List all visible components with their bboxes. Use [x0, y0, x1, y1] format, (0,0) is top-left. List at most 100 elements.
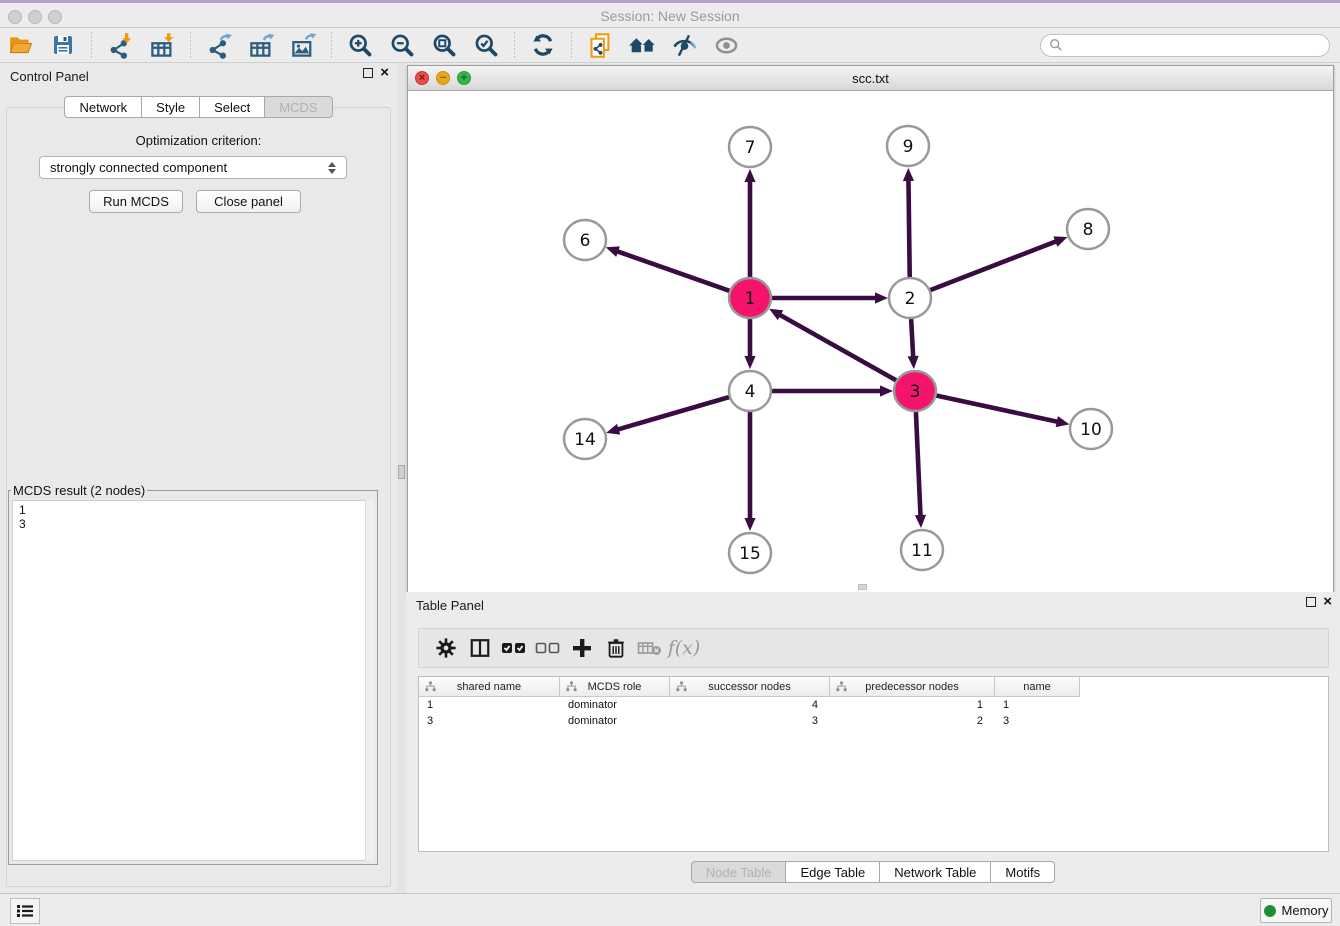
graph-node-2[interactable]: 2 [889, 278, 931, 318]
export-image-button[interactable] [288, 31, 318, 59]
unselect-all-checkboxes-button[interactable] [531, 633, 565, 663]
tab-select[interactable]: Select [199, 96, 265, 118]
graph-node-10[interactable]: 10 [1070, 409, 1112, 449]
column-header-label: name [1023, 681, 1051, 693]
graph-node-8[interactable]: 8 [1067, 209, 1109, 249]
column-header[interactable]: name [995, 677, 1080, 697]
network-window-titlebar[interactable]: × − + scc.txt [408, 66, 1333, 91]
table-tabs: Node Table Edge Table Network Table Moti… [406, 861, 1340, 883]
graph-node-15[interactable]: 15 [729, 533, 771, 573]
hide-selected-button[interactable] [669, 31, 699, 59]
mcds-result-text[interactable]: 1 3 [12, 500, 374, 861]
tab-network[interactable]: Network [64, 96, 142, 118]
zoom-out-button[interactable] [387, 31, 417, 59]
function-builder-button[interactable]: f(x) [667, 633, 701, 663]
zoom-in-button[interactable] [345, 31, 375, 59]
graph-edge-2-8[interactable] [930, 236, 1068, 290]
import-table-button[interactable] [147, 31, 177, 59]
tab-style[interactable]: Style [141, 96, 200, 118]
memory-button[interactable]: Memory [1260, 898, 1332, 923]
graph-node-3[interactable]: 3 [894, 371, 936, 411]
node-table: shared nameMCDS rolesuccessor nodesprede… [418, 676, 1329, 852]
graph-edge-1-4[interactable] [744, 319, 755, 369]
zoom-selected-button[interactable] [471, 31, 501, 59]
column-header[interactable]: shared name [419, 677, 560, 697]
graph-edge-3-11[interactable] [915, 412, 926, 528]
dropdown-selected-value: strongly connected component [50, 160, 328, 175]
tab-node-table[interactable]: Node Table [691, 861, 787, 883]
table-cell[interactable]: 3 [670, 713, 830, 729]
tab-motifs[interactable]: Motifs [990, 861, 1055, 883]
table-cell[interactable]: 3 [995, 713, 1080, 729]
graph-edge-3-10[interactable] [936, 395, 1070, 427]
graph-edge-4-3[interactable] [771, 385, 893, 396]
svg-text:11: 11 [911, 541, 933, 561]
show-all-button[interactable] [711, 31, 741, 59]
column-header[interactable]: predecessor nodes [830, 677, 995, 697]
search-input[interactable] [1063, 38, 1321, 52]
graph-edge-1-6[interactable] [606, 246, 730, 291]
import-network-button[interactable] [105, 31, 135, 59]
new-network-from-selection-button[interactable] [585, 31, 615, 59]
graph-edge-2-3[interactable] [908, 319, 919, 369]
graph-node-9[interactable]: 9 [887, 126, 929, 166]
close-panel-button[interactable]: Close panel [196, 190, 301, 213]
tab-mcds[interactable]: MCDS [264, 96, 332, 118]
graph-node-14[interactable]: 14 [564, 419, 606, 459]
graph-node-6[interactable]: 6 [564, 220, 606, 260]
splitter-handle[interactable] [398, 465, 405, 479]
apply-layout-button[interactable] [528, 31, 558, 59]
graph-node-1[interactable]: 1 [729, 278, 771, 318]
table-panel-close-icon[interactable]: × [1323, 597, 1332, 607]
task-history-button[interactable] [10, 898, 40, 924]
graph-edge-1-7[interactable] [744, 169, 755, 277]
control-panel-float-icon[interactable] [363, 68, 373, 78]
tab-network-table[interactable]: Network Table [879, 861, 991, 883]
optimization-criterion-dropdown[interactable]: strongly connected component [39, 156, 347, 179]
show-columns-button[interactable] [463, 633, 497, 663]
table-row[interactable]: 1dominator411 [419, 697, 1328, 713]
export-table-button[interactable] [246, 31, 276, 59]
table-cell[interactable]: dominator [560, 713, 670, 729]
table-cell[interactable]: 2 [830, 713, 995, 729]
graph-edge-2-9[interactable] [903, 168, 914, 277]
table-panel-float-icon[interactable] [1306, 597, 1316, 607]
network-canvas[interactable]: 7 9 6 8 1 2 4 3 14 10 15 11 [408, 92, 1333, 592]
column-header[interactable]: MCDS role [560, 677, 670, 697]
graph-node-11[interactable]: 11 [901, 530, 943, 570]
export-network-button[interactable] [204, 31, 234, 59]
open-session-button[interactable] [6, 31, 36, 59]
toolbar-separator [91, 32, 92, 58]
first-neighbors-button[interactable] [627, 31, 657, 59]
network-resize-handle[interactable] [858, 584, 867, 590]
graph-edge-3-1[interactable] [769, 309, 897, 381]
result-scrollbar[interactable] [365, 500, 374, 861]
run-mcds-button[interactable]: Run MCDS [89, 190, 183, 213]
save-session-button[interactable] [48, 31, 78, 59]
delete-columns-button[interactable] [599, 633, 633, 663]
table-cell[interactable]: dominator [560, 697, 670, 713]
search-field[interactable] [1040, 34, 1330, 57]
tab-edge-table[interactable]: Edge Table [785, 861, 880, 883]
table-cell[interactable]: 1 [995, 697, 1080, 713]
column-header[interactable]: successor nodes [670, 677, 830, 697]
panel-splitter[interactable] [397, 63, 406, 893]
import-table-icon [149, 32, 176, 59]
graph-edge-1-2[interactable] [771, 292, 888, 303]
graph-edge-4-15[interactable] [744, 412, 755, 531]
table-cell[interactable]: 3 [419, 713, 560, 729]
graph-node-4[interactable]: 4 [729, 371, 771, 411]
graph-edge-4-14[interactable] [606, 397, 730, 435]
table-cell[interactable]: 4 [670, 697, 830, 713]
table-row[interactable]: 3dominator323 [419, 713, 1328, 729]
graph-node-7[interactable]: 7 [729, 127, 771, 167]
table-settings-button[interactable] [429, 633, 463, 663]
table-cell[interactable]: 1 [419, 697, 560, 713]
add-column-button[interactable] [565, 633, 599, 663]
delete-table-button[interactable] [633, 633, 667, 663]
select-all-checkboxes-button[interactable] [497, 633, 531, 663]
zoom-fit-button[interactable] [429, 31, 459, 59]
column-type-icon [676, 681, 687, 692]
control-panel-close-icon[interactable]: × [380, 68, 389, 78]
table-cell[interactable]: 1 [830, 697, 995, 713]
